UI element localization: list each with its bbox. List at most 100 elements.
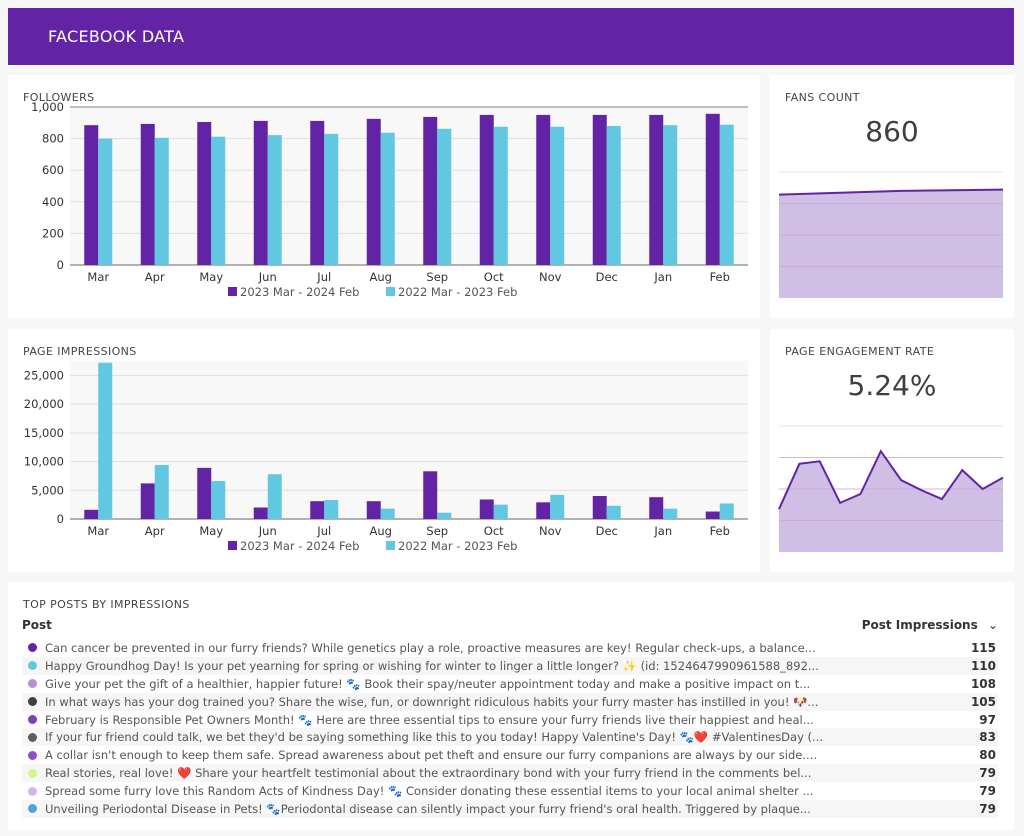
bar-previous-aug [380, 508, 395, 519]
legend: 2023 Mar - 2024 Feb 2022 Mar - 2023 Feb [228, 539, 517, 553]
bar-previous-sep [437, 128, 452, 265]
post-impressions-value: 110 [970, 658, 996, 673]
posts-table-header: Post Post Impressions ⌄ [22, 618, 998, 636]
legend: 2023 Mar - 2024 Feb 2022 Mar - 2023 Feb [228, 285, 517, 299]
bar-previous-jul [324, 500, 339, 519]
bar-current-feb [705, 113, 720, 265]
y-tick-label: 400 [42, 195, 64, 209]
bar-previous-mar [98, 362, 113, 519]
bar-previous-jan [663, 125, 678, 265]
plot-area [70, 361, 748, 519]
post-text: Unveiling Periodontal Disease in Pets! 🐾… [45, 801, 811, 816]
post-row[interactable]: February is Responsible Pet Owners Month… [22, 711, 998, 729]
x-tick-label: Jan [653, 270, 672, 284]
post-text: In what ways has your dog trained you? S… [45, 694, 819, 709]
post-row[interactable]: A collar isn't enough to keep them safe.… [22, 746, 998, 764]
x-tick-label: Jun [258, 270, 277, 284]
post-row[interactable]: Can cancer be prevented in our furry fri… [22, 639, 998, 657]
post-impressions-value: 80 [979, 748, 996, 763]
area-fill [779, 189, 1003, 298]
bar-current-apr [140, 123, 155, 265]
chevron-down-icon[interactable]: ⌄ [988, 618, 998, 632]
x-tick-label: Dec [596, 524, 618, 538]
post-impressions-value: 115 [970, 640, 996, 655]
legend-swatch [228, 541, 237, 550]
y-tick-label: 0 [57, 512, 64, 526]
engagement-rate-value: 5.24% [847, 369, 937, 402]
y-tick-label: 200 [42, 226, 64, 240]
x-tick-label: Apr [145, 270, 165, 284]
column-header-post[interactable]: Post [22, 618, 52, 632]
post-color-dot-icon [28, 679, 37, 689]
x-tick-label: Apr [145, 524, 165, 538]
post-text: If your fur friend could talk, we bet th… [45, 730, 823, 745]
x-tick-label: Jul [316, 270, 331, 284]
bar-current-dec [592, 496, 607, 519]
x-tick-label: Sep [426, 524, 448, 538]
legend-label: 2023 Mar - 2024 Feb [240, 539, 359, 553]
bar-previous-jun [267, 474, 282, 519]
post-color-dot-icon [28, 786, 37, 796]
bar-current-jan [649, 497, 664, 519]
x-tick-label: Mar [87, 524, 109, 538]
post-row[interactable]: Happy Groundhog Day! Is your pet yearnin… [22, 656, 998, 675]
top-posts-title: TOP POSTS BY IMPRESSIONS [23, 598, 190, 611]
bar-previous-may [211, 481, 226, 519]
x-tick-label: Aug [370, 524, 392, 538]
y-tick-label: 25,000 [24, 368, 64, 382]
post-text: A collar isn't enough to keep them safe.… [45, 748, 817, 763]
impressions-chart: 0 5,000 10,000 15,000 20,000 25,000 Mar Apr May J… [24, 361, 748, 553]
x-tick-label: Jul [316, 524, 331, 538]
post-row[interactable]: Real stories, real love! ❤️ Share your h… [22, 764, 998, 783]
x-tick-label: May [199, 524, 223, 538]
bar-current-aug [366, 118, 381, 265]
bar-current-oct [479, 114, 494, 266]
impressions-card: PAGE IMPRESSIONS 0 5,000 10,000 15,000 20,00… [8, 329, 760, 572]
bar-current-may [197, 122, 212, 265]
post-color-dot-icon [28, 643, 37, 653]
post-color-dot-icon [28, 750, 37, 760]
x-tick-label: Oct [484, 270, 504, 284]
post-row[interactable]: Give your pet the gift of a healthier, h… [22, 675, 998, 693]
x-tick-label: Mar [87, 270, 109, 284]
post-row[interactable]: If your fur friend could talk, we bet th… [22, 728, 998, 747]
x-tick-label: Nov [539, 270, 562, 284]
bar-current-feb [705, 511, 720, 519]
x-tick-label: Feb [710, 524, 730, 538]
post-row[interactable]: Spread some furry love this Random Acts … [22, 782, 998, 800]
fans-count-card: FANS COUNT 860 [770, 75, 1014, 318]
bar-current-nov [536, 502, 551, 519]
bar-current-oct [479, 499, 494, 519]
bar-previous-feb [719, 124, 734, 265]
x-tick-label: Jan [653, 524, 672, 538]
post-impressions-value: 79 [979, 766, 996, 781]
bar-previous-jun [267, 135, 282, 265]
posts-table-body: Can cancer be prevented in our furry fri… [22, 639, 998, 818]
engagement-rate-title: PAGE ENGAGEMENT RATE [785, 345, 935, 358]
post-impressions-value: 97 [979, 712, 996, 727]
bar-current-jul [310, 501, 325, 519]
fans-count-sparkline [778, 171, 1004, 298]
followers-title: FOLLOWERS [23, 91, 95, 104]
post-text: Give your pet the gift of a healthier, h… [45, 676, 811, 691]
x-tick-label: Sep [426, 270, 448, 284]
legend-label: 2022 Mar - 2023 Feb [398, 285, 517, 299]
post-text: Can cancer be prevented in our furry fri… [45, 640, 816, 655]
post-row[interactable]: In what ways has your dog trained you? S… [22, 692, 998, 711]
bar-current-mar [84, 509, 99, 519]
bar-previous-jul [324, 133, 339, 265]
y-tick-label: 0 [57, 258, 64, 272]
post-color-dot-icon [28, 768, 37, 778]
x-tick-label: Feb [710, 270, 730, 284]
y-tick-label: 5,000 [31, 483, 64, 497]
bar-previous-sep [437, 512, 452, 519]
x-tick-label: Oct [484, 524, 504, 538]
fans-count-value: 860 [865, 115, 919, 148]
post-row[interactable]: Unveiling Periodontal Disease in Pets! 🐾… [22, 800, 998, 818]
column-header-impressions[interactable]: Post Impressions ⌄ [862, 618, 998, 632]
page-title: FACEBOOK DATA [48, 27, 185, 46]
impressions-title: PAGE IMPRESSIONS [23, 345, 137, 358]
post-color-dot-icon [28, 732, 37, 742]
y-tick-label: 600 [42, 163, 64, 177]
bar-current-jul [310, 120, 325, 266]
